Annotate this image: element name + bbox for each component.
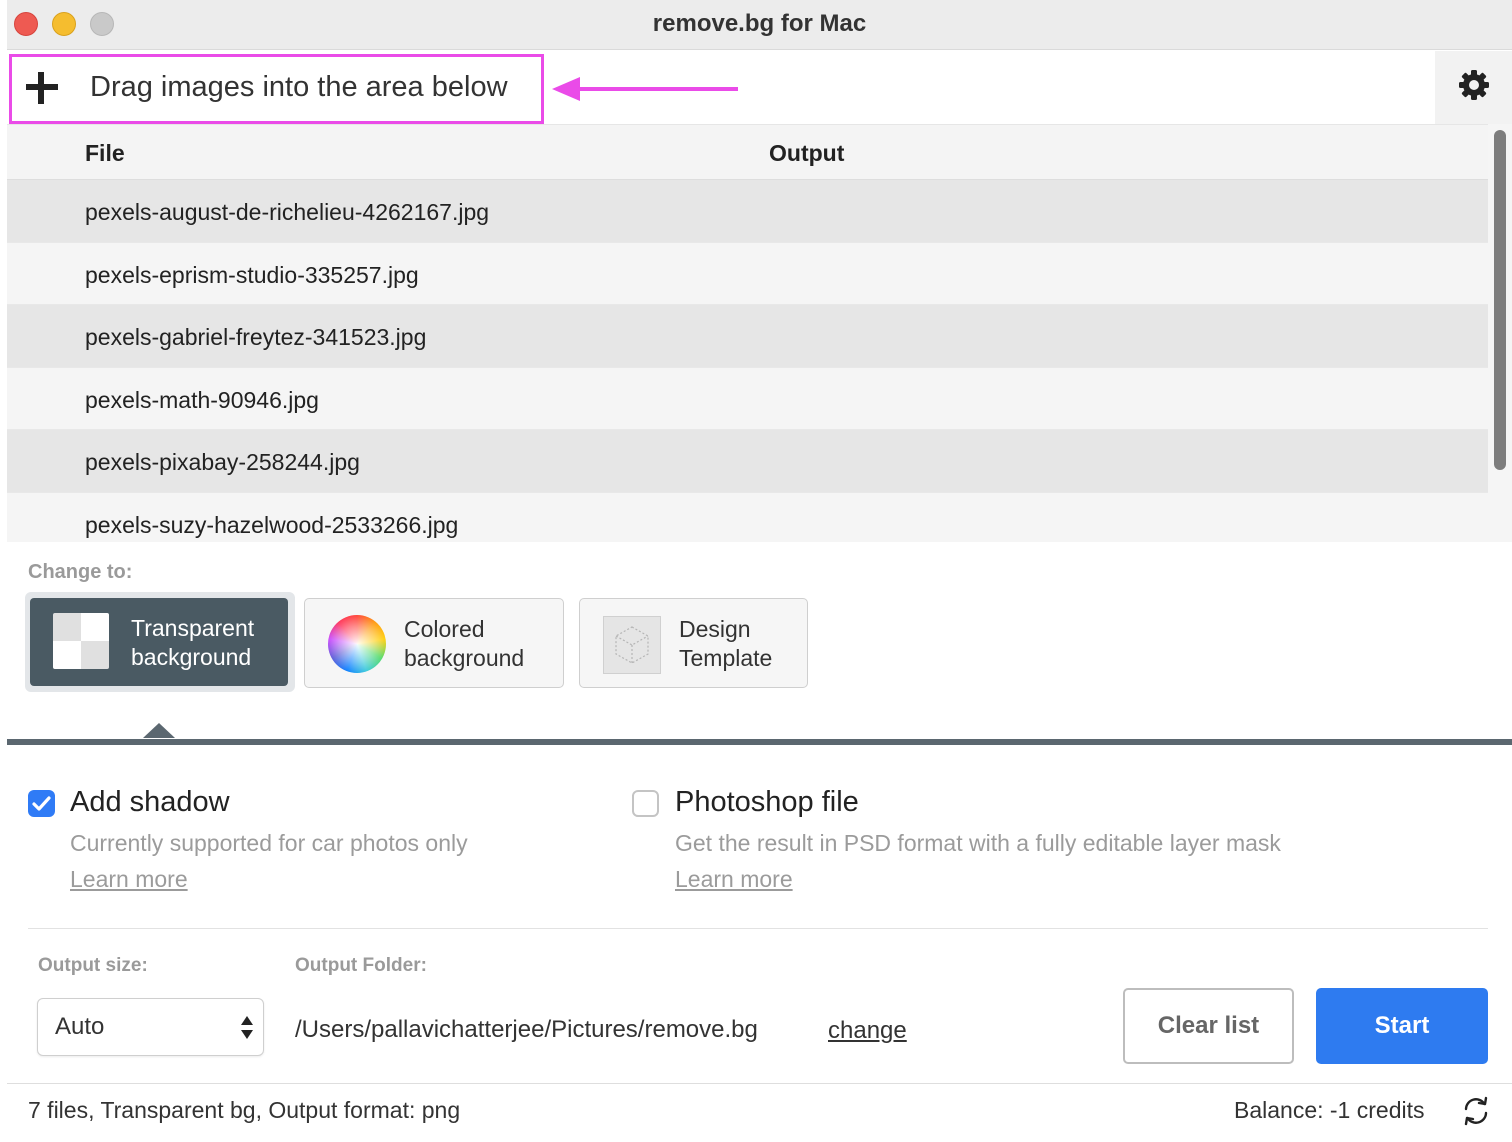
option-label-line2: background: [131, 644, 252, 670]
option-label-line2: background: [404, 645, 525, 671]
file-name: pexels-eprism-studio-335257.jpg: [85, 261, 419, 288]
option-label: Colored background: [404, 615, 524, 673]
start-button[interactable]: Start: [1316, 988, 1488, 1064]
option-label-line1: Colored: [404, 616, 485, 642]
drag-area-highlight: Drag images into the area below: [9, 54, 544, 124]
credit-balance: Balance: -1 credits: [1234, 1097, 1425, 1123]
checkerboard-icon: [53, 613, 109, 669]
file-name: pexels-math-90946.jpg: [85, 386, 319, 413]
color-wheel-icon: [328, 615, 386, 673]
table-row[interactable]: pexels-math-90946.jpg: [7, 367, 1488, 430]
arrow-left-icon: [552, 77, 738, 101]
table-header: File Output: [7, 125, 1488, 180]
file-name: pexels-pixabay-258244.jpg: [85, 449, 360, 475]
photoshop-file-learn-more-link[interactable]: Learn more: [675, 866, 793, 893]
title-bar: remove.bg for Mac: [7, 0, 1512, 50]
option-transparent-background[interactable]: Transparent background: [25, 592, 295, 692]
gear-icon: [1459, 70, 1489, 100]
add-shadow-checkbox[interactable]: [28, 790, 55, 817]
plus-icon[interactable]: [22, 68, 62, 108]
table-row[interactable]: pexels-eprism-studio-335257.jpg: [7, 242, 1488, 305]
change-to-label: Change to:: [28, 561, 133, 583]
table-row[interactable]: pexels-suzy-hazelwood-2533266.jpg: [7, 492, 1488, 542]
file-name: pexels-august-de-richelieu-4262167.jpg: [85, 199, 490, 225]
window-title: remove.bg for Mac: [652, 10, 867, 37]
output-folder-label: Output Folder:: [295, 955, 427, 976]
status-divider: [7, 1083, 1512, 1084]
change-folder-link[interactable]: change: [828, 1017, 907, 1045]
selection-caret: [143, 723, 175, 738]
option-label: Transparent background: [131, 614, 254, 672]
add-shadow-learn-more-link[interactable]: Learn more: [70, 866, 188, 893]
status-summary: 7 files, Transparent bg, Output format: …: [28, 1097, 461, 1123]
file-name: pexels-gabriel-freytez-341523.jpg: [85, 324, 427, 350]
table-row[interactable]: pexels-pixabay-258244.jpg: [7, 430, 1488, 493]
output-size-value: Auto: [55, 1013, 105, 1040]
column-header-output[interactable]: Output: [769, 140, 844, 167]
add-shadow-title[interactable]: Add shadow: [70, 786, 230, 819]
file-table: File Output pexels-august-de-richelieu-4…: [7, 124, 1488, 542]
column-header-file[interactable]: File: [85, 140, 125, 167]
output-size-select[interactable]: Auto: [37, 998, 264, 1056]
app-window: remove.bg for Mac Drag images into the a…: [7, 0, 1512, 1142]
toolbar: Drag images into the area below: [7, 51, 1512, 124]
photoshop-file-title[interactable]: Photoshop file: [675, 786, 859, 819]
settings-button[interactable]: [1435, 51, 1512, 124]
refresh-icon[interactable]: [1460, 1095, 1492, 1127]
output-size-label: Output size:: [38, 955, 148, 976]
table-scrollbar[interactable]: [1488, 124, 1512, 542]
cube-icon: [603, 616, 661, 674]
add-shadow-description: Currently supported for car photos only: [70, 830, 468, 856]
table-rows: pexels-august-de-richelieu-4262167.jpg p…: [7, 180, 1488, 542]
option-label-line1: Design: [679, 616, 751, 642]
panel-divider: [7, 739, 1512, 745]
section-divider: [28, 928, 1488, 929]
clear-list-button[interactable]: Clear list: [1123, 988, 1294, 1064]
table-row[interactable]: pexels-gabriel-freytez-341523.jpg: [7, 305, 1488, 368]
option-label: Design Template: [679, 615, 772, 673]
checkmark-icon: [32, 796, 51, 811]
select-arrows-icon: [240, 1014, 254, 1042]
scroll-thumb[interactable]: [1494, 130, 1506, 470]
option-selected-fill: Transparent background: [30, 598, 288, 686]
option-label-line2: Template: [679, 645, 773, 671]
option-colored-background[interactable]: Colored background: [304, 598, 564, 688]
option-design-template[interactable]: Design Template: [579, 598, 808, 688]
photoshop-file-checkbox[interactable]: [632, 790, 659, 817]
option-label-line1: Transparent: [131, 615, 255, 641]
file-name: pexels-suzy-hazelwood-2533266.jpg: [85, 511, 459, 538]
photoshop-file-description: Get the result in PSD format with a full…: [675, 830, 1281, 856]
table-row[interactable]: pexels-august-de-richelieu-4262167.jpg: [7, 180, 1488, 243]
output-folder-path: /Users/pallavichatterjee/Pictures/remove…: [295, 1016, 758, 1043]
drag-instruction: Drag images into the area below: [90, 71, 508, 103]
